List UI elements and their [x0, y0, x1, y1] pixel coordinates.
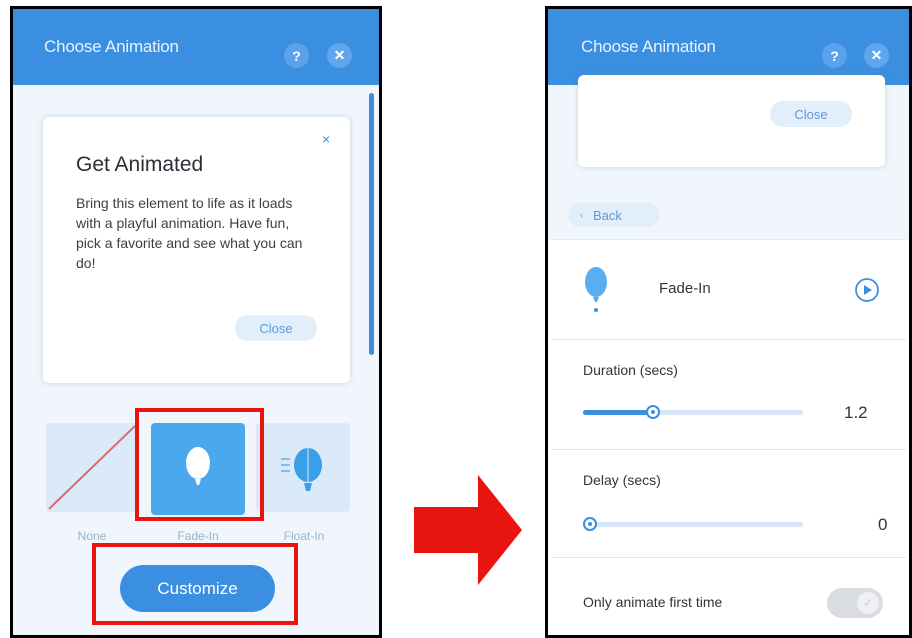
none-slash-icon [48, 425, 136, 510]
panel-title: Choose Animation [44, 37, 179, 56]
duration-label: Duration (secs) [583, 362, 678, 378]
right-arrow-icon [414, 475, 522, 585]
selected-animation-name: Fade-In [659, 280, 711, 297]
card-close-button[interactable]: Close [770, 101, 852, 127]
help-button[interactable]: ? [284, 43, 309, 68]
animation-none-label: None [77, 529, 107, 543]
card-description: Bring this element to life as it loads w… [76, 195, 303, 271]
card-title: Get Animated [76, 153, 204, 176]
back-chevron-icon: ‹ [580, 210, 583, 220]
duration-value[interactable]: 1.2 [844, 403, 868, 423]
get-animated-card: × Get Animated Bring this element to lif… [43, 117, 350, 383]
dismiss-card-icon[interactable]: × [322, 131, 330, 147]
selected-animation-row: Fade-In [551, 239, 906, 340]
delay-slider-track[interactable] [583, 522, 803, 527]
duration-slider-fill [583, 410, 653, 415]
card-close-button[interactable]: Close [235, 315, 317, 341]
panel-header: Choose Animation ? ✕ [548, 9, 909, 85]
delay-value[interactable]: 0 [878, 515, 887, 535]
delay-slider-handle[interactable] [583, 517, 597, 531]
back-label: Back [593, 207, 622, 223]
animation-none-thumb[interactable] [46, 423, 138, 512]
delay-section: Delay (secs) 0 [551, 449, 906, 558]
animation-fade-in-label: Fade-In [177, 529, 219, 543]
animation-float-in-thumb[interactable] [256, 423, 350, 512]
balloon-icon [585, 267, 607, 312]
scrollbar[interactable] [369, 93, 374, 355]
help-button[interactable]: ? [822, 43, 847, 68]
duration-slider-handle[interactable] [646, 405, 660, 419]
checkmark-icon: ✓ [857, 592, 879, 614]
back-button[interactable]: ‹ Back [568, 203, 660, 227]
close-panel-button[interactable]: ✕ [864, 43, 889, 68]
get-animated-card: Close [578, 75, 885, 167]
panel-title: Choose Animation [581, 37, 716, 56]
animation-float-in-label: Float-In [283, 529, 325, 543]
first-time-toggle[interactable]: ✓ [827, 588, 883, 618]
panel-header: Choose Animation ? ✕ [13, 9, 379, 85]
highlight-fade-in [135, 408, 264, 521]
play-icon[interactable] [854, 277, 880, 303]
panel-content: Close ‹ Back [548, 75, 909, 240]
duration-section: Duration (secs) 1.2 [551, 339, 906, 450]
close-panel-button[interactable]: ✕ [327, 43, 352, 68]
highlight-customize [92, 543, 298, 625]
delay-label: Delay (secs) [583, 472, 661, 488]
right-animation-panel: Choose Animation ? ✕ Close ‹ Back Fade-I… [545, 6, 912, 638]
first-time-label: Only animate first time [583, 594, 723, 610]
first-time-section: Only animate first time ✓ [551, 557, 906, 635]
floating-balloon-icon [281, 448, 322, 491]
